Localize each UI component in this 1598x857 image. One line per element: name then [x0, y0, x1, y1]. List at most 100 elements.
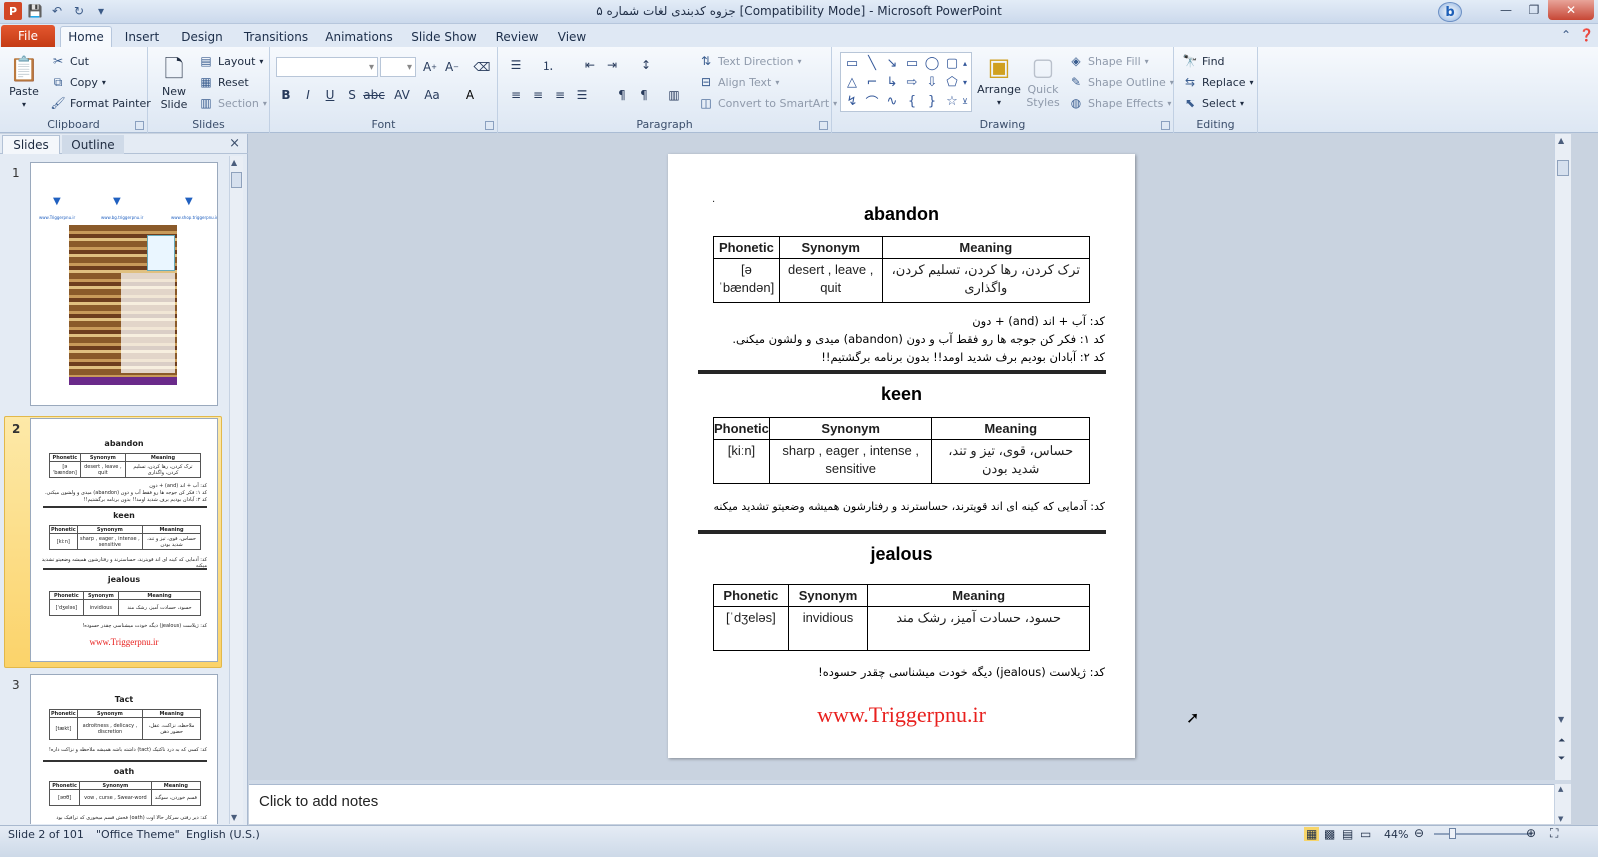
previous-slide-icon[interactable]: ⏶	[1558, 736, 1565, 746]
word-table[interactable]: Phonetic Synonym Meaning [əˈbændən] desert …	[713, 236, 1091, 303]
scroll-up-icon[interactable]: ▲	[1558, 136, 1564, 145]
reset-button[interactable]: ▦ Reset	[198, 74, 248, 90]
down-arrow-shape-icon[interactable]: ⇩	[923, 73, 941, 91]
shape-effects-button[interactable]: ◍ Shape Effects ▾	[1068, 95, 1172, 111]
dialog-launcher-icon[interactable]	[1161, 121, 1170, 130]
close-pane-icon[interactable]: ×	[229, 136, 240, 151]
reading-view-icon[interactable]: ▤	[1342, 827, 1353, 841]
format-painter-button[interactable]: 🖌 Format Painter	[50, 95, 150, 111]
triangle-shape-icon[interactable]: △	[843, 73, 861, 91]
align-left-icon[interactable]: ≡	[506, 85, 526, 105]
minimize-icon[interactable]: —	[1492, 0, 1520, 20]
tab-view[interactable]: View	[550, 26, 594, 47]
copy-button[interactable]: ⧉ Copy ▾	[50, 74, 106, 90]
strikethrough-icon[interactable]: abc	[363, 85, 385, 105]
elbow-arrow-icon[interactable]: ↳	[883, 73, 901, 91]
justify-icon[interactable]: ☰	[572, 85, 592, 105]
align-right-icon[interactable]: ≡	[550, 85, 570, 105]
dialog-launcher-icon[interactable]	[485, 121, 494, 130]
bing-icon[interactable]: b	[1438, 2, 1462, 22]
code-line[interactable]: کد: آب + اند (and) + دون	[972, 313, 1105, 330]
word-table[interactable]: Phonetic Synonym Meaning [kiːn] sharp , eag…	[713, 417, 1090, 484]
oval-shape-icon[interactable]: ◯	[923, 54, 941, 72]
section-button[interactable]: ▥ Section ▾	[198, 95, 267, 111]
zoom-in-icon[interactable]: ⊕	[1526, 826, 1536, 840]
scroll-thumb[interactable]	[1557, 160, 1569, 176]
code-line[interactable]: کد ۱: فکر کن جوجه ها رو فقط آب و دون (ab…	[732, 331, 1105, 348]
tab-outline[interactable]: Outline	[62, 135, 124, 154]
left-brace-icon[interactable]: {	[903, 92, 921, 110]
slide-show-icon[interactable]: ▭	[1360, 827, 1371, 841]
scroll-down-icon[interactable]: ▼	[1558, 715, 1564, 724]
arrange-button[interactable]: ▣ Arrange ▾	[977, 51, 1021, 109]
cut-button[interactable]: ✂ Cut	[50, 53, 89, 69]
tab-slide-show[interactable]: Slide Show	[406, 26, 482, 47]
rectangle-shape-icon[interactable]: ▭	[903, 54, 921, 72]
code-line[interactable]: کد: ژیلاست (jealous) دیگه خودت میشناسی چ…	[818, 664, 1105, 681]
wave-shape-icon[interactable]: ∿	[883, 92, 901, 110]
ltr-icon[interactable]: ¶	[634, 85, 654, 105]
gallery-up-icon[interactable]: ▴	[959, 54, 971, 72]
scroll-up-icon[interactable]: ▲	[1558, 785, 1563, 793]
current-slide[interactable]: . abandon Phonetic Synonym Meaning [əˈbænd…	[668, 154, 1135, 758]
shape-outline-button[interactable]: ✎ Shape Outline ▾	[1068, 74, 1174, 90]
shapes-gallery[interactable]: ▭ ╲ ↘ ▭ ◯ ▢ △ ⌐ ↳ ⇨ ⇩ ⬠ ↯ ⌒ ∿ { } ☆ ▴ ▾ …	[840, 52, 972, 112]
replace-button[interactable]: ⇆ Replace ▾	[1182, 74, 1254, 90]
find-button[interactable]: 🔭 Find	[1182, 53, 1225, 69]
bold-icon[interactable]: B	[276, 85, 296, 105]
align-center-icon[interactable]: ≡	[528, 85, 548, 105]
scroll-thumb[interactable]	[231, 172, 242, 188]
columns-icon[interactable]: ▥	[664, 85, 684, 105]
thumbnail-scrollbar[interactable]: ▲ ▼	[229, 156, 243, 824]
site-link[interactable]: www.Triggerpnu.ir	[668, 702, 1135, 728]
character-spacing-icon[interactable]: AV	[392, 85, 412, 105]
curve-shape-icon[interactable]: ⌒	[863, 92, 881, 111]
zoom-slider-thumb[interactable]	[1448, 828, 1456, 839]
slide-scrollbar[interactable]: ▲ ▼ ⏶ ⏷	[1554, 134, 1571, 780]
tab-review[interactable]: Review	[492, 26, 542, 47]
slide-sorter-icon[interactable]: ▩	[1324, 827, 1335, 841]
tab-home[interactable]: Home	[60, 26, 112, 47]
layout-button[interactable]: ▤ Layout ▾	[198, 53, 263, 69]
notes-scrollbar[interactable]: ▲ ▼	[1554, 784, 1571, 824]
theme-name[interactable]: "Office Theme"	[96, 828, 180, 841]
select-button[interactable]: ⬉ Select ▾	[1182, 95, 1244, 111]
underline-icon[interactable]: U	[320, 85, 340, 105]
slide-thumbnail-1[interactable]: ▼ ▼ ▼ www.Triggerpnu.ir www.bg.triggerpn…	[30, 162, 218, 406]
arrow-line-shape-icon[interactable]: ↘	[883, 54, 901, 72]
text-direction-button[interactable]: ⇅ Text Direction ▾	[698, 53, 801, 69]
tab-transitions[interactable]: Transitions	[240, 26, 312, 47]
decrease-indent-icon[interactable]: ⇤	[580, 55, 600, 75]
notes-pane[interactable]: Click to add notes	[249, 784, 1554, 824]
scroll-down-icon[interactable]: ▼	[1558, 815, 1563, 823]
bullets-icon[interactable]: ☰	[506, 55, 526, 75]
language[interactable]: English (U.S.)	[186, 828, 260, 841]
tab-file[interactable]: File	[1, 25, 55, 47]
zoom-out-icon[interactable]: ⊖	[1414, 826, 1424, 840]
clear-formatting-icon[interactable]: ⌫	[472, 57, 492, 77]
line-spacing-icon[interactable]: ↕	[636, 55, 656, 75]
change-case-icon[interactable]: Aa	[422, 85, 442, 105]
help-icon[interactable]: ❓	[1579, 28, 1594, 42]
paste-button[interactable]: 📋 Paste ▾	[6, 53, 42, 111]
notes-placeholder[interactable]: Click to add notes	[259, 793, 378, 810]
shadow-icon[interactable]: S	[342, 85, 362, 105]
rtl-icon[interactable]: ¶	[612, 85, 632, 105]
minimize-ribbon-icon[interactable]: ⌃	[1561, 28, 1571, 42]
gallery-down-icon[interactable]: ▾	[959, 73, 971, 91]
shape-fill-button[interactable]: ◈ Shape Fill ▾	[1068, 53, 1148, 69]
right-brace-icon[interactable]: }	[923, 92, 941, 110]
quick-styles-button[interactable]: ▢ Quick Styles	[1024, 51, 1062, 110]
line-shape-icon[interactable]: ╲	[863, 54, 881, 72]
scroll-down-icon[interactable]: ▼	[231, 813, 237, 822]
new-slide-button[interactable]: 🗋 New Slide	[154, 53, 194, 112]
slide-thumbnail-3[interactable]: Tact Phonetic Synonym Meaning [tækt] adroit…	[30, 674, 218, 824]
textbox-shape-icon[interactable]: ▭	[843, 54, 861, 72]
word-title[interactable]: jealous	[668, 544, 1135, 565]
word-table[interactable]: Phonetic Synonym Meaning [ˈdʒeləs] invidiou…	[713, 584, 1090, 651]
zoom-level[interactable]: 44%	[1384, 828, 1408, 841]
dialog-launcher-icon[interactable]	[135, 121, 144, 130]
tab-insert[interactable]: Insert	[118, 26, 166, 47]
close-window-icon[interactable]: ✕	[1548, 0, 1594, 20]
code-line[interactable]: کد: آدمایی که کینه ای اند قویترند، حساست…	[713, 498, 1105, 515]
